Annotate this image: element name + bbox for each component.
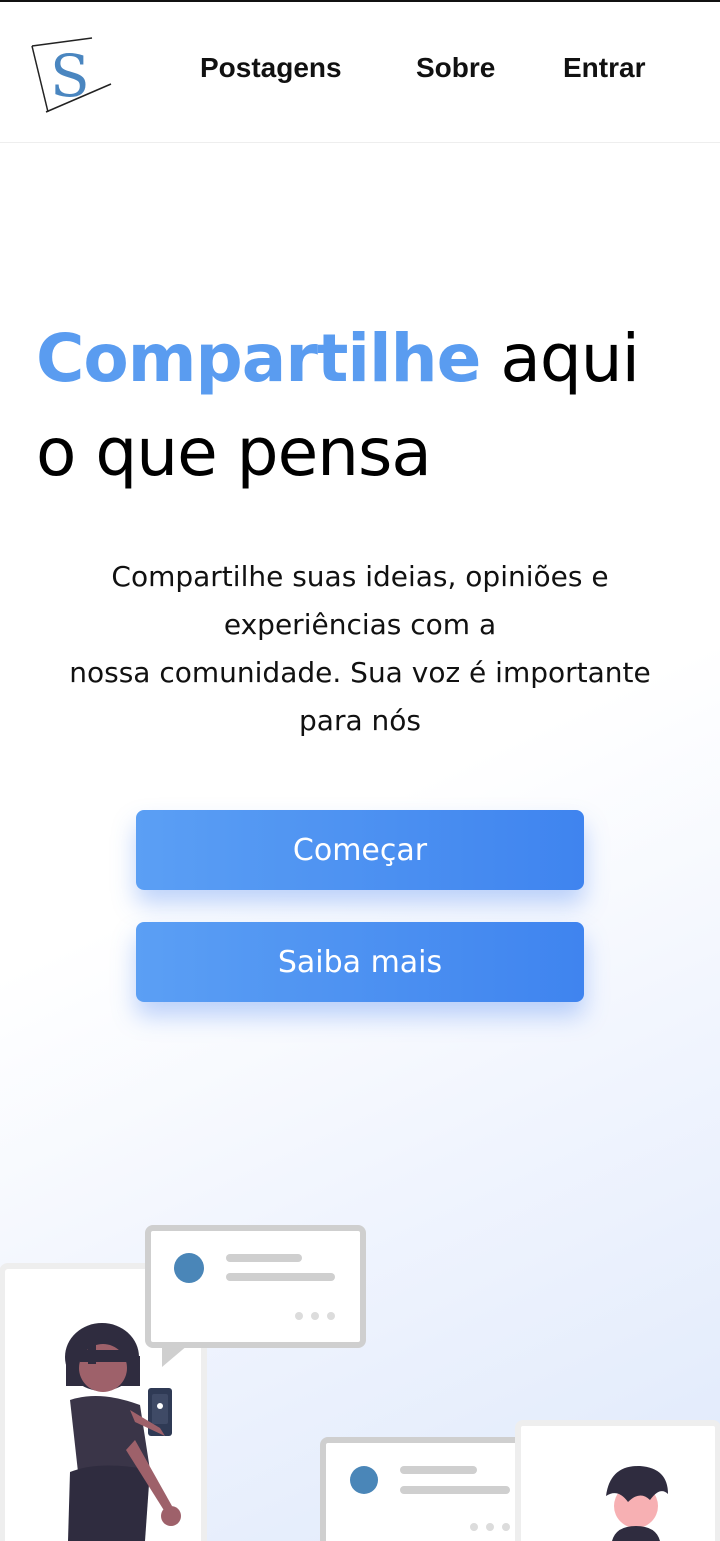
- hero-title-accent: Compartilhe: [36, 320, 481, 397]
- learn-more-button[interactable]: Saiba mais: [136, 922, 584, 1002]
- logo-icon[interactable]: S: [26, 32, 116, 116]
- hero-title: Compartilhe aqui o que pensa: [36, 312, 706, 500]
- hero-subtitle-line: para nós: [299, 704, 421, 737]
- hero-illustration: [0, 1225, 720, 1541]
- chat-bubble-icon: [320, 1437, 541, 1541]
- nav-link-about[interactable]: Sobre: [416, 52, 495, 84]
- logo-letter: S: [50, 42, 90, 110]
- nav-link-login[interactable]: Entrar: [563, 52, 645, 84]
- site-header: S Postagens Sobre Entrar: [0, 2, 720, 143]
- chat-bubble-icon: [145, 1225, 366, 1367]
- hero-title-rest: aqui: [480, 320, 640, 397]
- hero-subtitle: Compartilhe suas ideias, opiniões e expe…: [20, 553, 700, 745]
- nav-link-posts[interactable]: Postagens: [200, 52, 342, 84]
- hero-subtitle-line: nossa comunidade. Sua voz é importante: [69, 656, 651, 689]
- hero-subtitle-line: experiências com a: [223, 608, 497, 641]
- hero-subtitle-line: Compartilhe suas ideias, opiniões e: [111, 560, 609, 593]
- start-button[interactable]: Começar: [136, 810, 584, 890]
- hero-title-line2: o que pensa: [36, 414, 432, 491]
